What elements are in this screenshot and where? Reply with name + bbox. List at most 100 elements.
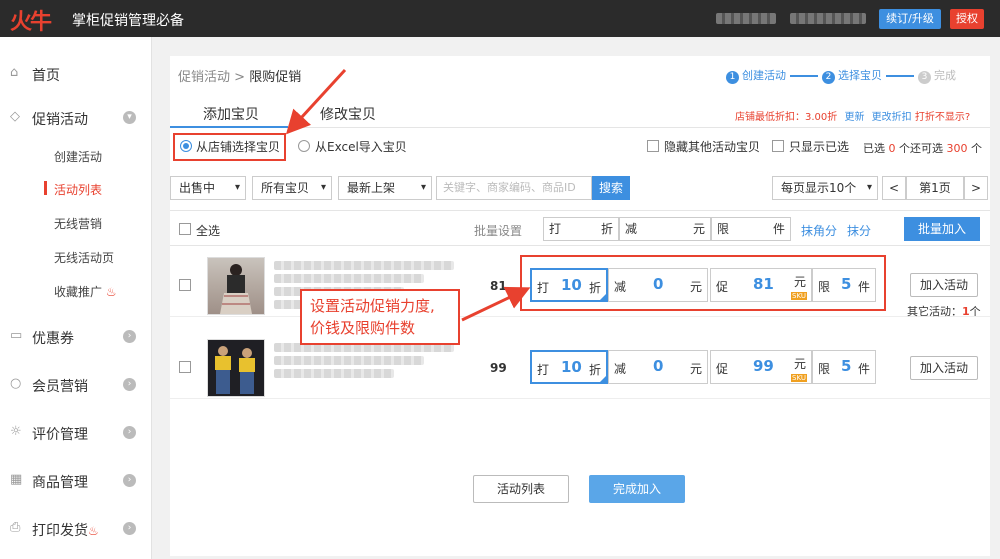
renew-button[interactable]: 续订/升级 <box>879 9 941 29</box>
per-page-select[interactable]: 每页显示10个 <box>772 176 878 200</box>
select-all-label: 全选 <box>196 224 221 238</box>
search-input[interactable]: 关键字、商家编码、商品ID <box>436 176 592 200</box>
next-page-button[interactable]: > <box>964 176 988 200</box>
add-activity-button[interactable]: 加入活动 <box>910 273 978 297</box>
blurred-title <box>274 274 424 283</box>
printer-icon: ⎙ <box>10 520 21 535</box>
bulk-setting-label: 批量设置 <box>474 224 523 238</box>
selected-count: 已选 0 个 <box>863 142 910 155</box>
annotation-callout: 设置活动促销力度, 价钱及限购件数 <box>300 289 460 345</box>
store-icon: ▦ <box>10 472 23 487</box>
sidebar-item-member[interactable]: ○ 会员营销 › <box>0 370 152 400</box>
discount-hidden-link[interactable]: 打折不显示? <box>915 112 970 123</box>
chevron-right-icon: › <box>123 522 136 535</box>
add-activity-button[interactable]: 加入活动 <box>910 356 978 380</box>
breadcrumb-sep: > <box>234 70 246 85</box>
discount-note: 店铺最低折扣：3.00折 更新 更改折扣 打折不显示? <box>735 108 970 123</box>
blurred-shop <box>790 13 866 24</box>
step-number: 1 <box>726 71 739 84</box>
step-number: 3 <box>918 71 931 84</box>
sidebar-sub-wireless[interactable]: 无线营销 <box>54 215 102 232</box>
sidebar-item-label: 收藏推广 <box>54 285 103 299</box>
sidebar-item-label: 优惠券 <box>32 331 74 347</box>
hide-other-checkbox[interactable] <box>647 140 659 152</box>
active-indicator <box>44 181 47 195</box>
source-row: 从店铺选择宝贝 从Excel导入宝贝 隐藏其他活动宝贝 只显示已选 已选 0 个… <box>170 132 990 162</box>
sidebar-item-print[interactable]: ⎙ 打印发货♨ › <box>0 514 152 544</box>
breadcrumb-parent[interactable]: 促销活动 <box>178 70 230 85</box>
item-price: 81 <box>490 279 507 293</box>
show-selected-checkbox[interactable] <box>772 140 784 152</box>
step-label: 创建活动 <box>742 69 786 82</box>
sidebar-item-goods[interactable]: ▦ 商品管理 › <box>0 466 152 496</box>
blurred-title <box>274 356 424 365</box>
table-header: 全选 批量设置 打折 减元 限件 抹角分 抹分 批量加入 <box>170 210 990 246</box>
auth-button[interactable]: 授权 <box>950 9 984 29</box>
item-price: 99 <box>490 361 507 375</box>
search-button[interactable]: 搜索 <box>592 176 630 200</box>
product-thumbnail[interactable] <box>207 339 265 397</box>
bulk-discount-input[interactable]: 打折 <box>543 217 619 241</box>
sidebar-sub-wireless-page[interactable]: 无线活动页 <box>54 249 114 266</box>
chevron-right-icon: › <box>123 474 136 487</box>
chevron-right-icon: › <box>123 378 136 391</box>
change-discount-link[interactable]: 更改折扣 <box>872 112 912 123</box>
prev-page-button[interactable]: < <box>882 176 906 200</box>
sidebar-item-label: 商品管理 <box>32 475 88 491</box>
breadcrumb-current: 限购促销 <box>249 70 302 85</box>
activity-list-button[interactable]: 活动列表 <box>473 475 569 503</box>
table-row: 99 打 10 折 减0元 促 99 元 SKU 限5件 加入活动 <box>170 337 990 399</box>
sidebar-item-label: 打印发货♨ <box>32 523 99 539</box>
sidebar-item-review[interactable]: ☼ 评价管理 › <box>0 418 152 448</box>
finish-add-button[interactable]: 完成加入 <box>589 475 685 503</box>
chevron-down-icon: ▾ <box>123 111 136 124</box>
radio-label-excel[interactable]: 从Excel导入宝贝 <box>315 138 407 155</box>
hide-other-label: 隐藏其他活动宝贝 <box>664 140 761 154</box>
discount-input[interactable]: 打 10 折 <box>530 350 608 384</box>
chevron-right-icon: › <box>123 330 136 343</box>
home-icon: ⌂ <box>10 65 19 80</box>
sort-select[interactable]: 最新上架 <box>338 176 432 200</box>
status-select[interactable]: 出售中 <box>170 176 246 200</box>
batch-add-button[interactable]: 批量加入 <box>904 217 980 241</box>
promo-price-input[interactable]: 促 99 元 SKU <box>710 350 812 384</box>
sidebar-item-promo[interactable]: ◇ 促销活动 ▾ <box>0 103 152 133</box>
page-number[interactable]: 第1页 <box>906 176 964 200</box>
product-thumbnail[interactable] <box>207 257 265 315</box>
app-logo: 火牛 <box>10 9 52 35</box>
update-link[interactable]: 更新 <box>844 112 864 123</box>
step-label: 完成 <box>934 69 956 82</box>
reduce-input[interactable]: 减0元 <box>608 350 708 384</box>
blurred-account <box>716 13 776 24</box>
limit-input[interactable]: 限5件 <box>812 350 876 384</box>
sidebar: ⌂ 首页 ◇ 促销活动 ▾ 创建活动 活动列表 无线营销 无线活动页 收藏推广 … <box>0 37 152 559</box>
sidebar-item-coupon[interactable]: ▭ 优惠券 › <box>0 322 152 352</box>
select-all-checkbox[interactable] <box>179 223 191 235</box>
round-jiao-link[interactable]: 抹角分 <box>801 222 837 239</box>
step-number: 2 <box>822 71 835 84</box>
row-checkbox[interactable] <box>179 279 191 291</box>
tab-add-items[interactable]: 添加宝贝 <box>203 104 259 124</box>
sidebar-sub-list[interactable]: 活动列表 <box>54 181 102 198</box>
remaining-count: 还可选 300 个 <box>910 142 982 155</box>
round-fen-link[interactable]: 抹分 <box>847 222 871 239</box>
sidebar-sub-favorite[interactable]: 收藏推广 ♨ <box>54 283 117 300</box>
top-bar: 火牛 掌柜促销管理必备 续订/升级 授权 <box>0 0 1000 37</box>
show-selected-label: 只显示已选 <box>789 140 850 154</box>
other-activity: 其它活动：1个 <box>907 305 981 318</box>
highlight-box-inputs <box>520 255 886 311</box>
category-select[interactable]: 所有宝贝 <box>252 176 332 200</box>
tab-edit-items[interactable]: 修改宝贝 <box>320 104 376 124</box>
sidebar-sub-create[interactable]: 创建活动 <box>54 148 102 165</box>
bulk-limit-input[interactable]: 限件 <box>711 217 791 241</box>
step-indicator: 1 创建活动 2 选择宝贝 3 完成 <box>726 67 956 84</box>
blurred-title <box>274 261 454 270</box>
sidebar-item-home[interactable]: ⌂ 首页 <box>0 59 152 89</box>
radio-from-excel[interactable] <box>298 140 310 152</box>
bulk-reduce-input[interactable]: 减元 <box>619 217 711 241</box>
breadcrumb: 促销活动 > 限购促销 <box>178 66 301 85</box>
app-name: 掌柜促销管理必备 <box>72 13 184 29</box>
row-checkbox[interactable] <box>179 361 191 373</box>
blurred-title <box>274 369 394 378</box>
flame-icon: ♨ <box>105 285 117 299</box>
